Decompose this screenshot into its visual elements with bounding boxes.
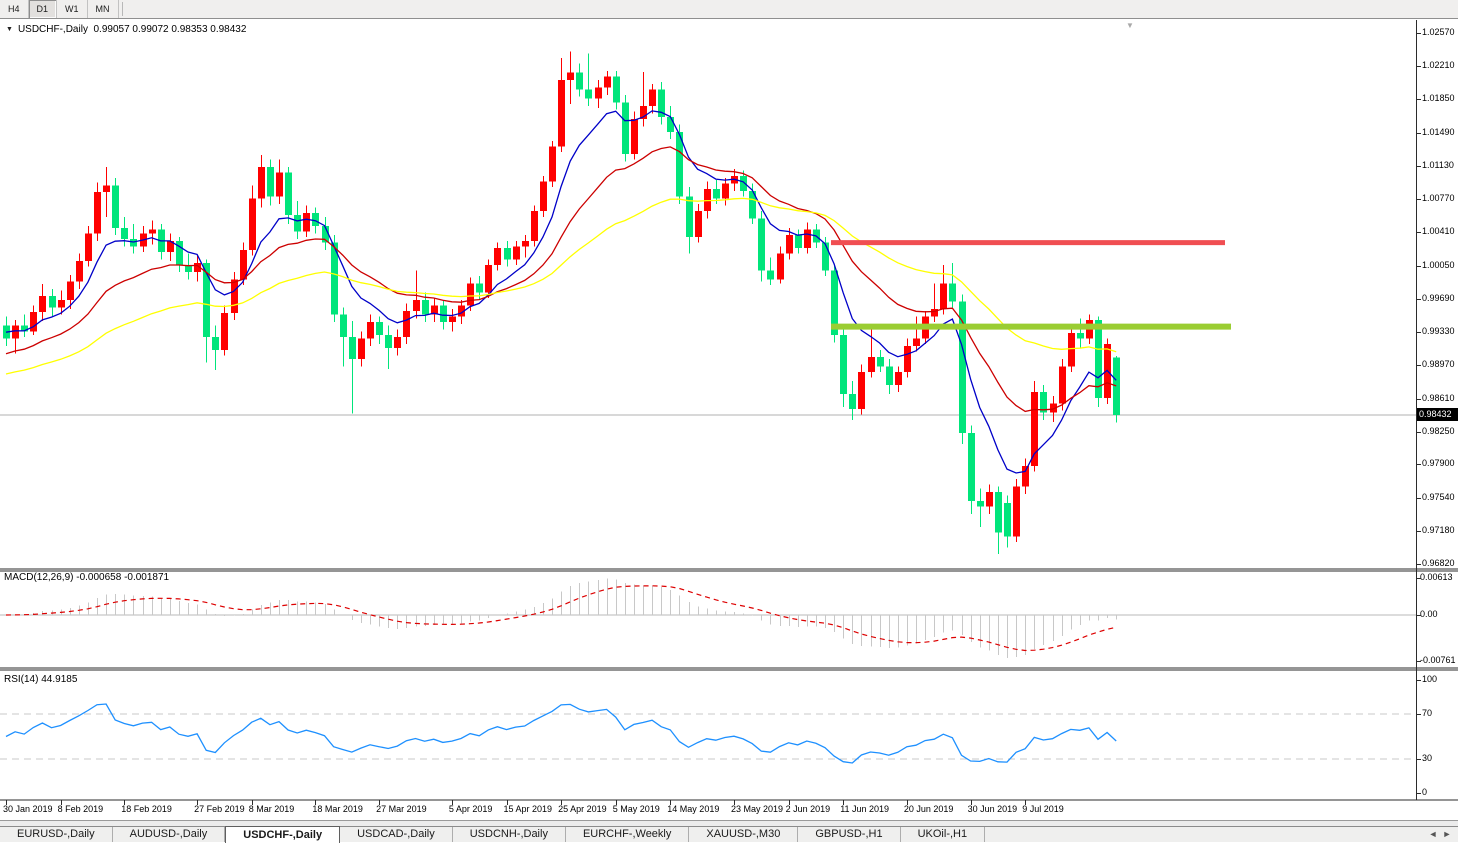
chart-drawing-layer bbox=[0, 0, 1458, 842]
pane-frames bbox=[0, 20, 1458, 800]
macd-histogram bbox=[7, 579, 1117, 658]
chart-tab-eurchf-weekly[interactable]: EURCHF-,Weekly bbox=[566, 827, 689, 842]
chart-tab-usdchf-daily[interactable]: USDCHF-,Daily bbox=[225, 826, 340, 843]
timeframe-button-h4[interactable]: H4 bbox=[0, 0, 29, 18]
rsi-label: RSI(14) 44.9185 bbox=[4, 674, 77, 685]
chart-tab-xauusd-m30[interactable]: XAUUSD-,M30 bbox=[689, 827, 798, 842]
tab-scroll-left-icon[interactable]: ◄ bbox=[1426, 829, 1440, 839]
toolbar-divider bbox=[122, 2, 123, 16]
candles bbox=[3, 51, 1120, 553]
chart-tab-usdcnh-daily[interactable]: USDCNH-,Daily bbox=[453, 827, 566, 842]
chart-tab-gbpusd-h1[interactable]: GBPUSD-,H1 bbox=[798, 827, 900, 842]
tab-scroll-right-icon[interactable]: ► bbox=[1440, 829, 1454, 839]
chart-title: ▼ USDCHF-,Daily 0.99057 0.99072 0.98353 0… bbox=[6, 24, 246, 35]
chart-tab-bar: ◄► EURUSD-,DailyAUDUSD-,DailyUSDCHF-,Dai… bbox=[0, 826, 1458, 842]
current-price-badge: 0.98432 bbox=[1417, 408, 1458, 421]
chart-shift-marker-icon: ▼ bbox=[1126, 21, 1134, 30]
timeframe-button-w1[interactable]: W1 bbox=[57, 0, 88, 18]
timeframe-button-mn[interactable]: MN bbox=[88, 0, 119, 18]
timeframe-toolbar: H4D1W1MN bbox=[0, 0, 1458, 19]
axis-ticks bbox=[7, 34, 1422, 806]
symbol-dropdown-icon[interactable]: ▼ bbox=[6, 26, 13, 33]
chart-tab-eurusd-daily[interactable]: EURUSD-,Daily bbox=[0, 827, 113, 842]
rsi-line bbox=[6, 704, 1116, 763]
macd-label: MACD(12,26,9) -0.000658 -0.001871 bbox=[4, 572, 169, 583]
chart-tab-ukoil-h1[interactable]: UKOil-,H1 bbox=[901, 827, 986, 842]
timeframe-button-d1[interactable]: D1 bbox=[29, 0, 58, 18]
chart-tab-usdcad-daily[interactable]: USDCAD-,Daily bbox=[340, 827, 453, 842]
tab-scroller: ◄► bbox=[1426, 829, 1454, 839]
chart-tab-audusd-daily[interactable]: AUDUSD-,Daily bbox=[113, 827, 226, 842]
chart-ohlc-values: 0.99057 0.99072 0.98353 0.98432 bbox=[94, 24, 247, 35]
mt4-terminal: { "toolbar": { "timeframes": [ {"label":… bbox=[0, 0, 1458, 842]
chart-symbol-label: USDCHF-,Daily bbox=[18, 24, 88, 35]
